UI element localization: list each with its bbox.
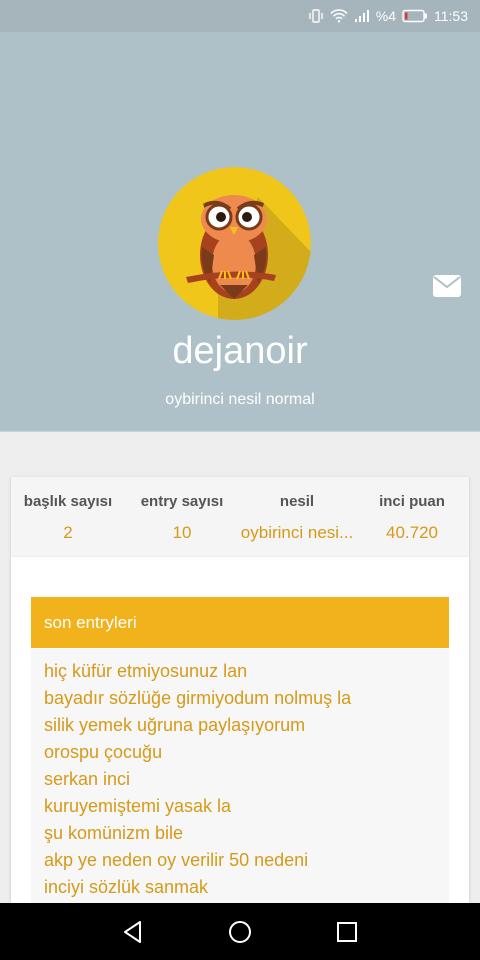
stat-value: oybirinci nesi... (240, 523, 354, 542)
entry-link[interactable]: inciyi sözlük sanmak (44, 877, 208, 898)
entry-link[interactable]: orospu çocuğu (44, 742, 162, 763)
entry-link[interactable]: bayadır sözlüğe girmiyodum nolmuş la (44, 688, 351, 709)
status-time: 11:53 (434, 8, 468, 24)
stat-label: entry sayısı (140, 493, 224, 510)
entry-link[interactable]: serkan inci (44, 769, 130, 790)
mail-icon[interactable] (432, 274, 462, 298)
status-icons: %4 11:53 (308, 0, 468, 32)
wifi-icon (330, 9, 348, 23)
battery-percent: %4 (375, 8, 396, 24)
signal-icon (354, 9, 370, 23)
home-icon[interactable] (227, 919, 253, 945)
recents-icon[interactable] (334, 919, 360, 945)
entry-link[interactable]: şu komünizm bile (44, 823, 183, 844)
stat-label: inci puan (379, 493, 445, 510)
user-subtitle: oybirinci nesil normal (165, 391, 315, 408)
entry-link[interactable]: kuruyemiştemi yasak la (44, 796, 231, 817)
back-icon[interactable] (120, 919, 146, 945)
status-bar: %4 11:53 (0, 0, 480, 32)
header-divider (0, 431, 480, 432)
entries-list: hiç küfür etmiyosunuz lan bayadır sözlüğ… (31, 649, 449, 917)
owl-avatar (158, 167, 311, 320)
battery-icon (402, 9, 428, 23)
stats-card: başlık sayısı 2 entry sayısı 10 nesil oy… (11, 477, 469, 557)
entries-header: son entryleri (31, 597, 449, 648)
stat-value: 2 (63, 523, 73, 542)
vibrate-icon (308, 8, 324, 24)
stat-label: başlık sayısı (23, 493, 113, 510)
stat-value: 10 (172, 523, 192, 542)
navigation-bar (0, 903, 480, 960)
entry-link[interactable]: akp ye neden oy verilir 50 nedeni (44, 850, 308, 871)
entries-title: son entryleri (44, 612, 137, 632)
stat-value: 40.720 (386, 523, 438, 542)
username: dejanoir (172, 330, 308, 372)
entry-link[interactable]: silik yemek uğruna paylaşıyorum (44, 715, 305, 736)
entry-link[interactable]: hiç küfür etmiyosunuz lan (44, 661, 247, 682)
stat-label: nesil (279, 493, 315, 510)
